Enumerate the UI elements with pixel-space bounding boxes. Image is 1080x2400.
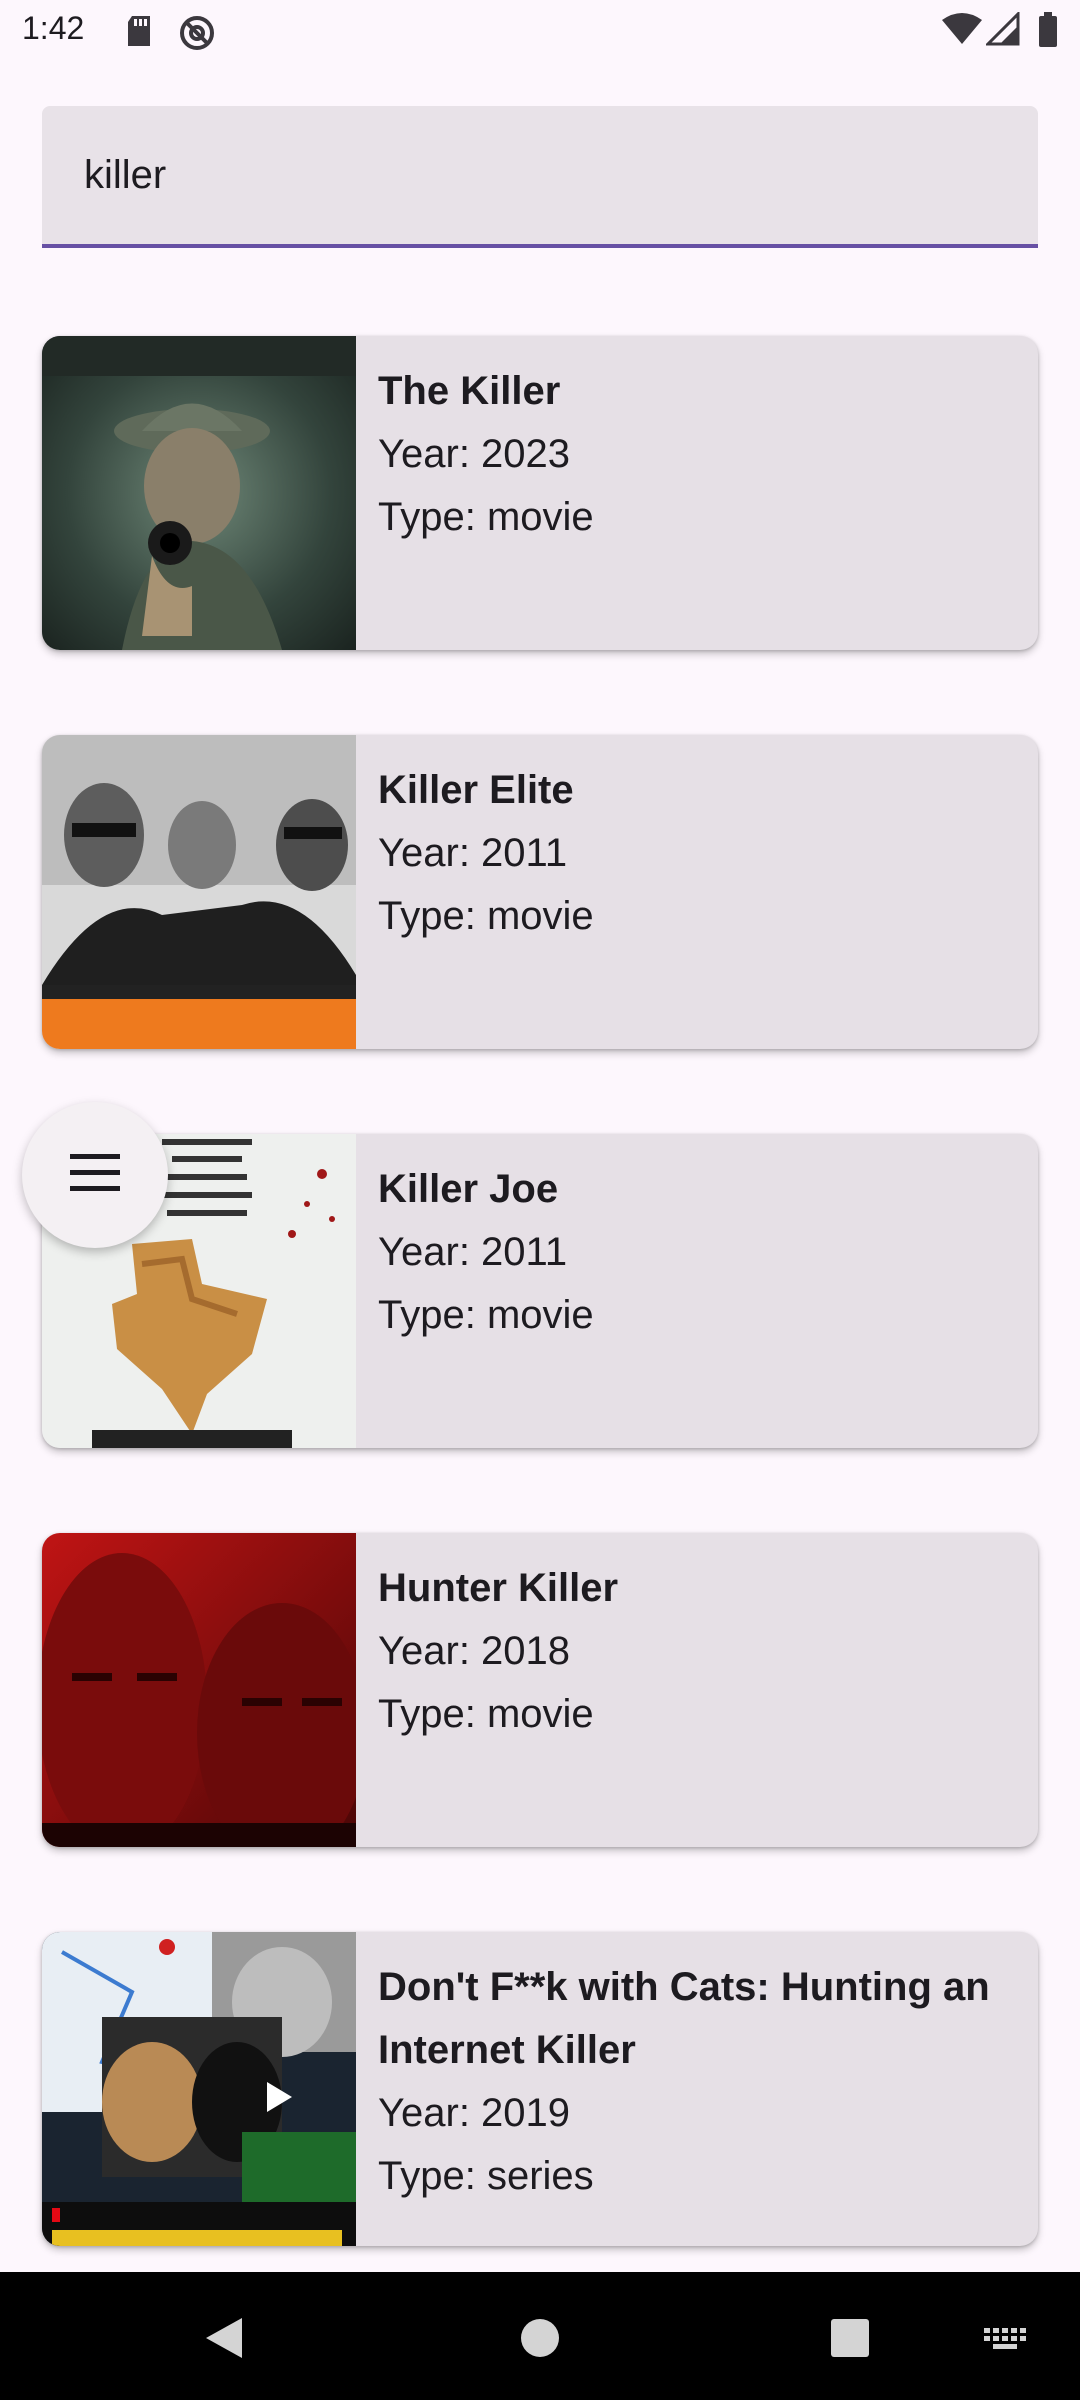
- movie-type: Type: series: [378, 2154, 594, 2198]
- status-time: 1:42: [22, 10, 85, 46]
- search-field[interactable]: [42, 106, 1038, 248]
- movie-type: Type: movie: [378, 894, 594, 938]
- movie-title: Killer Joe: [378, 1167, 559, 1211]
- movie-title: Killer Elite: [378, 768, 574, 812]
- movie-type: Type: movie: [378, 1692, 594, 1736]
- menu-icon: [70, 1153, 120, 1197]
- movie-year: Year: 2018: [378, 1629, 571, 1673]
- movie-poster: [42, 735, 356, 1049]
- movie-card[interactable]: Killer Joe Year: 2011 Type: movie: [42, 1134, 1038, 1448]
- movie-card[interactable]: The Killer Year: 2023 Type: movie: [42, 336, 1038, 650]
- status-bar: 1:42: [0, 0, 1080, 64]
- wifi-icon: [942, 12, 982, 51]
- movie-title: Don't F**k with Cats: Hunting an Interne…: [378, 1965, 990, 2072]
- movie-title: Hunter Killer: [378, 1566, 619, 1610]
- keyboard-icon[interactable]: [984, 2328, 1028, 2355]
- movie-title: The Killer: [378, 369, 561, 413]
- movie-card[interactable]: Killer Elite Year: 2011 Type: movie: [42, 735, 1038, 1049]
- movie-poster: [42, 1932, 356, 2246]
- back-icon[interactable]: [204, 2316, 244, 2365]
- movie-year: Year: 2011: [378, 831, 568, 875]
- movie-card[interactable]: Don't F**k with Cats: Hunting an Interne…: [42, 1932, 1038, 2246]
- movie-type: Type: movie: [378, 1293, 594, 1337]
- do-not-disturb-icon: [178, 14, 216, 57]
- signal-icon: [984, 10, 1020, 51]
- movie-year: Year: 2019: [378, 2091, 571, 2135]
- battery-icon: [1038, 12, 1058, 53]
- movie-year: Year: 2011: [378, 1230, 568, 1274]
- navigation-bar: [0, 2272, 1080, 2400]
- movie-type: Type: movie: [378, 495, 594, 539]
- movie-year: Year: 2023: [378, 432, 571, 476]
- movie-poster: [42, 1533, 356, 1847]
- home-icon[interactable]: [520, 2318, 560, 2363]
- menu-button[interactable]: [22, 1102, 168, 1248]
- sd-card-icon: [124, 14, 154, 53]
- recents-icon[interactable]: [830, 2318, 870, 2363]
- movie-card[interactable]: Hunter Killer Year: 2018 Type: movie: [42, 1533, 1038, 1847]
- movie-poster: [42, 336, 356, 650]
- search-input[interactable]: [84, 150, 984, 200]
